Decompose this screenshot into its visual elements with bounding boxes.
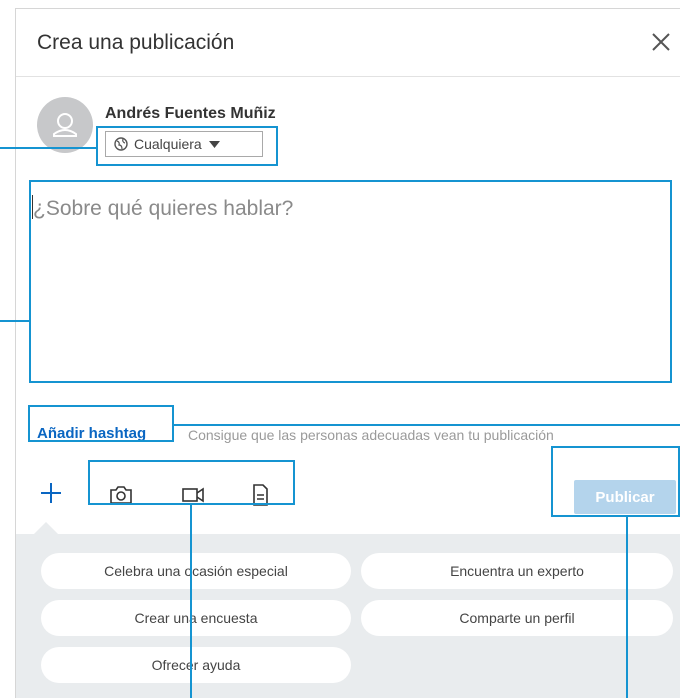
- suggestion-share-profile[interactable]: Comparte un perfil: [361, 600, 673, 636]
- modal-header: Crea una publicación: [16, 9, 680, 77]
- publish-button[interactable]: Publicar: [574, 480, 676, 514]
- camera-icon[interactable]: [108, 483, 134, 507]
- caret-down-icon: [208, 140, 220, 148]
- suggestion-celebrate[interactable]: Celebra una ocasión especial: [41, 553, 351, 589]
- visibility-label: Cualquiera: [134, 136, 202, 152]
- add-hashtag-link[interactable]: Añadir hashtag: [37, 425, 146, 442]
- modal-title: Crea una publicación: [37, 30, 235, 54]
- document-icon[interactable]: [247, 483, 273, 507]
- panel-pointer: [34, 522, 58, 534]
- post-text-input[interactable]: ¿Sobre qué quieres hablar?: [30, 183, 670, 381]
- avatar: [37, 97, 93, 153]
- globe-icon: [114, 137, 128, 151]
- author-name: Andrés Fuentes Muñiz: [105, 105, 276, 122]
- close-icon[interactable]: [648, 29, 674, 55]
- screenshot-stage: Crea una publicación Andrés Fuentes Muñi…: [0, 0, 680, 698]
- create-post-modal: Crea una publicación Andrés Fuentes Muñi…: [15, 8, 680, 698]
- user-silhouette-icon: [53, 113, 77, 137]
- post-placeholder: ¿Sobre qué quieres hablar?: [33, 197, 294, 220]
- visibility-dropdown[interactable]: Cualquiera: [105, 131, 263, 157]
- video-icon[interactable]: [180, 483, 206, 507]
- plus-icon[interactable]: [39, 481, 63, 505]
- suggestion-find-expert[interactable]: Encuentra un experto: [361, 553, 673, 589]
- suggestion-offer-help[interactable]: Ofrecer ayuda: [41, 647, 351, 683]
- suggestion-create-poll[interactable]: Crear una encuesta: [41, 600, 351, 636]
- hashtag-hint: Consigue que las personas adecuadas vean…: [188, 427, 554, 443]
- suggestion-panel: Celebra una ocasión especial Encuentra u…: [16, 522, 680, 698]
